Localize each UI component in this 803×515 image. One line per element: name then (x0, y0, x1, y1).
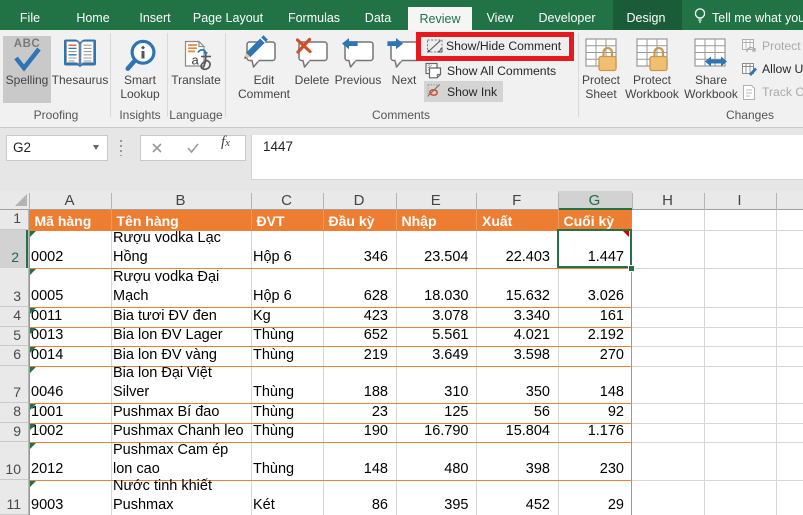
svg-text:a: a (192, 53, 200, 68)
